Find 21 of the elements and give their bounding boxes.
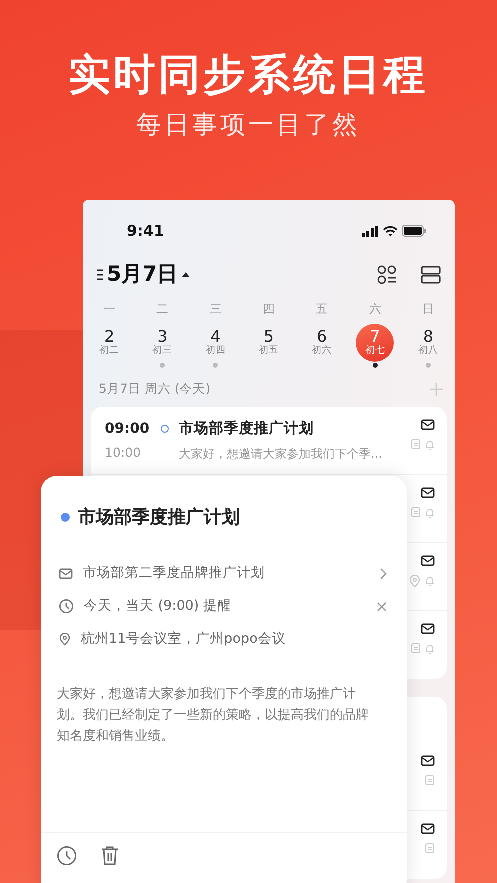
start-time: 09:00 [105,420,151,439]
weekday-label: 三 [208,301,223,318]
detail-text: 今天，当天 (9:00) 提醒 [84,597,232,616]
status-time: 9:41 [127,220,164,242]
event-preview: 大家好，想邀请大家参加我们下个季... [179,446,382,462]
promo-subtitle: 每日事项一目了然 [136,110,362,140]
weekday-label: 一 [102,301,117,318]
date-title: 5月7日 [107,261,178,288]
weekday-label: 日 [421,301,436,318]
detail-text: 杭州11号会议室，广州popo会议 [81,630,287,650]
detail-text: 市场部第二季度品牌推广计划 [83,564,266,584]
day-label: 5月7日 周六 (今天) [99,380,211,398]
event-title: 市场部季度推广计划 [179,419,315,439]
description-text: 大家好，想邀请大家参加我们下个季度的市场推广计划。我们已经制定了一些新的策略，以提高我们的品牌知名度和销售业绩。 [56,686,370,746]
end-time: 10:00 [105,444,142,462]
weekday-label: 二 [156,301,170,318]
weekday-label: 六 [368,301,382,318]
detail-title: 市场部季度推广计划 [78,506,240,530]
weekday-label: 五 [315,301,330,318]
weekday-label: 四 [262,301,276,318]
promo-title: 实时同步系统日程 [68,49,430,98]
